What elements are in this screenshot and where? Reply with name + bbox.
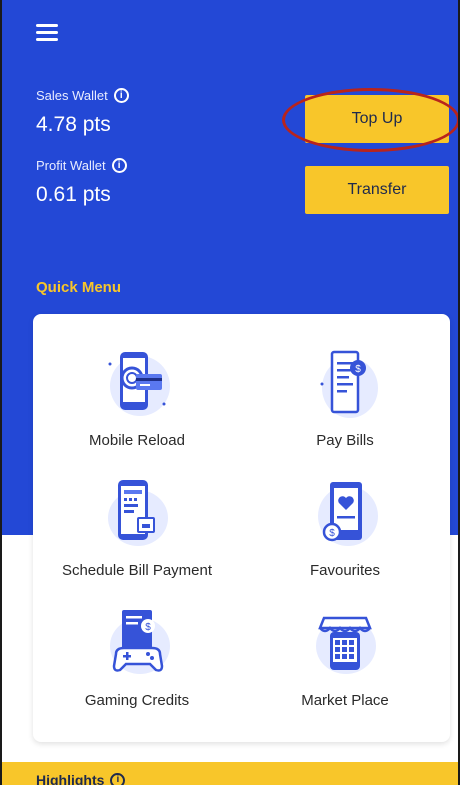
pay-bills-icon: $	[320, 350, 378, 418]
sales-wallet-value: 4.78 pts	[36, 113, 111, 136]
gaming-credits-icon: $	[110, 610, 170, 674]
info-icon[interactable]: i	[113, 88, 129, 103]
profit-wallet-label: Profit Wallet i	[36, 158, 127, 173]
mobile-reload-icon	[108, 352, 170, 416]
highlight-annotation-ellipse	[282, 88, 458, 152]
market-place-icon	[316, 616, 376, 674]
quick-menu-title: Quick Menu	[36, 279, 122, 296]
hamburger-menu-icon[interactable]	[36, 24, 58, 42]
svg-text:$: $	[329, 528, 335, 539]
sales-wallet-label: Sales Wallet i	[36, 88, 129, 103]
quick-menu-item-market-place[interactable]: Market Place	[241, 604, 449, 709]
highlights-header: Highlights i	[36, 772, 126, 785]
info-icon[interactable]: i	[110, 772, 126, 785]
profit-wallet-value: 0.61 pts	[36, 183, 111, 206]
quick-menu-label: Gaming Credits	[84, 692, 190, 709]
quick-menu-item-mobile-reload[interactable]: Mobile Reload	[33, 344, 241, 449]
svg-text:$: $	[145, 622, 151, 633]
info-icon[interactable]: i	[111, 158, 127, 173]
quick-menu-card: Mobile Reload $ Pay Bills Schedule Bill …	[33, 314, 450, 742]
quick-menu-item-favourites[interactable]: $ Favourites	[241, 474, 449, 579]
quick-menu-label: Schedule Bill Payment	[61, 562, 213, 579]
quick-menu-item-pay-bills[interactable]: $ Pay Bills	[241, 344, 449, 449]
quick-menu-item-gaming-credits[interactable]: $ Gaming Credits	[33, 604, 241, 709]
quick-menu-label: Pay Bills	[316, 432, 374, 449]
quick-menu-label: Market Place	[301, 692, 389, 709]
highlights-bar: Highlights i	[2, 762, 458, 785]
quick-menu-item-schedule-bill-payment[interactable]: Schedule Bill Payment	[33, 474, 241, 579]
transfer-button[interactable]: Transfer	[305, 166, 449, 214]
quick-menu-label: Mobile Reload	[89, 432, 185, 449]
quick-menu-label: Favourites	[309, 562, 381, 579]
svg-text:$: $	[355, 364, 361, 375]
favourites-icon: $	[318, 482, 378, 546]
schedule-bill-payment-icon	[108, 480, 168, 546]
app-screen: Sales Wallet i 4.78 pts Profit Wallet i …	[0, 0, 460, 785]
